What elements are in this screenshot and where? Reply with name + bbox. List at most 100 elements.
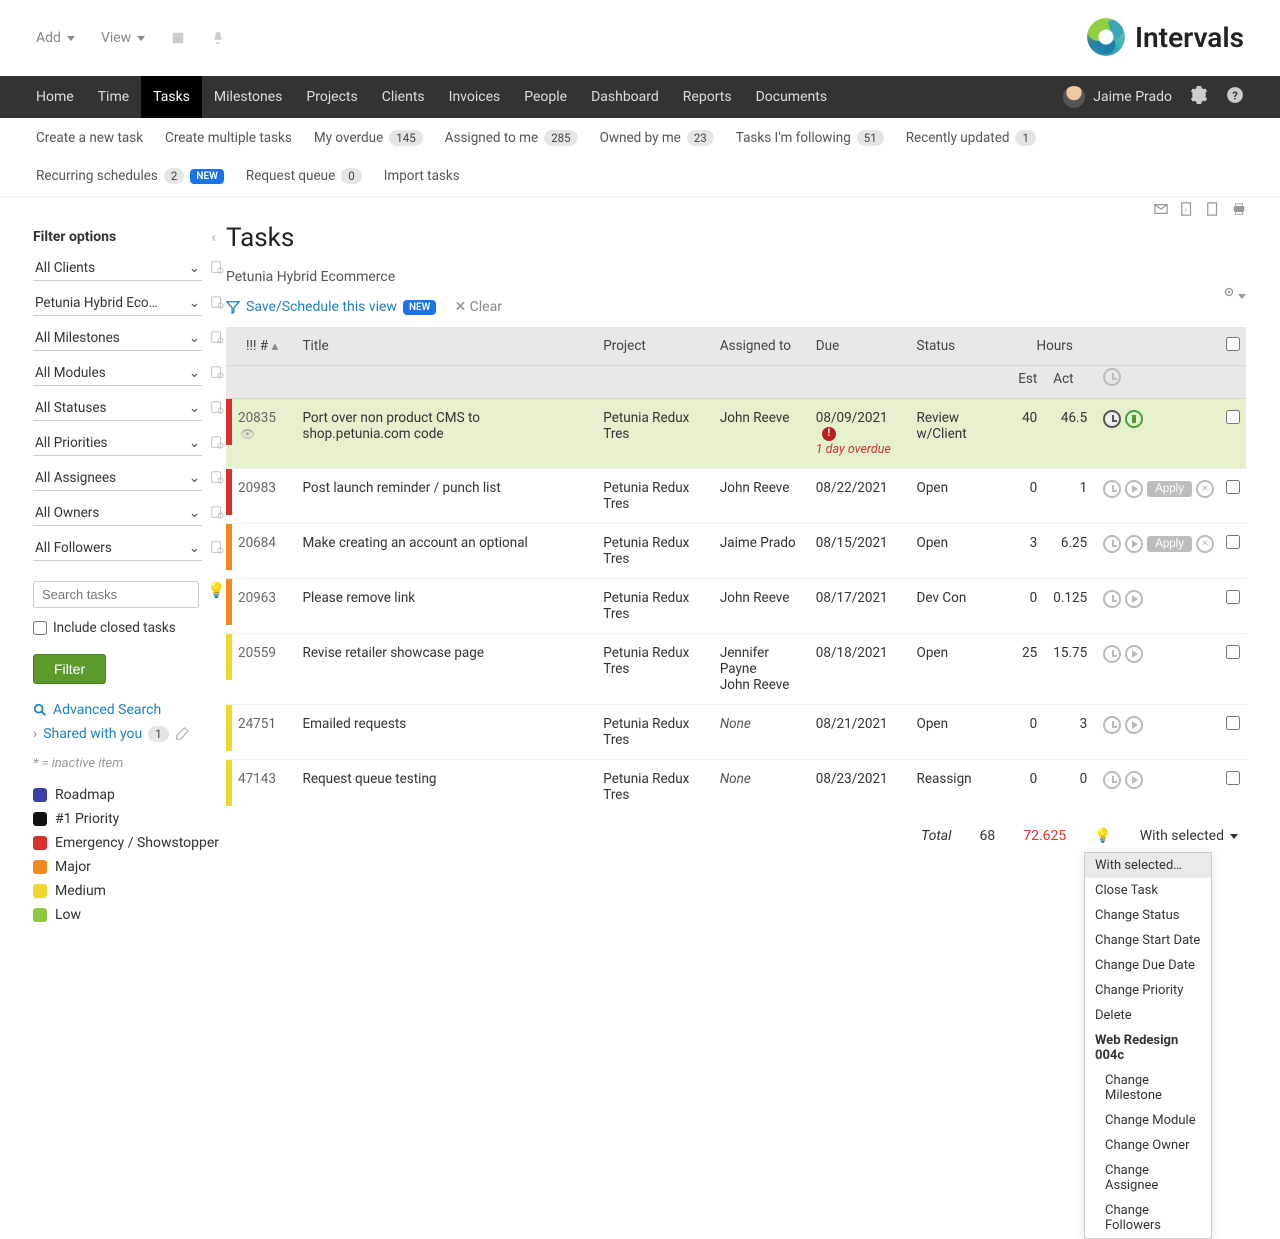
task-title[interactable]: Emailed requests (297, 705, 598, 760)
advanced-search-link[interactable]: Advanced Search (33, 702, 226, 718)
search-input[interactable] (33, 581, 199, 608)
filter-select[interactable]: All Clients ⌄ (33, 256, 202, 281)
dropdown-item[interactable]: Change Module (1085, 1108, 1211, 1133)
task-title[interactable]: Make creating an account an optional (297, 524, 598, 579)
nav-home[interactable]: Home (36, 76, 86, 118)
subnav-item[interactable]: Create a new task (36, 130, 143, 146)
help-icon[interactable]: ? (1226, 86, 1244, 108)
dropdown-item[interactable]: Change Status (1085, 903, 1211, 928)
subnav-item[interactable]: Create multiple tasks (165, 130, 292, 146)
row-checkbox[interactable] (1226, 716, 1240, 730)
timer-pause-icon[interactable] (1125, 410, 1143, 428)
col-status[interactable]: Status (911, 327, 1013, 366)
subnav-item[interactable]: Recently updated1 (906, 130, 1036, 146)
clear-link[interactable]: ✕ Clear (454, 299, 502, 315)
gear-icon[interactable] (1190, 86, 1208, 108)
subnav-item[interactable]: Recurring schedules2NEW (36, 168, 224, 184)
timer-clock-icon[interactable] (1103, 535, 1121, 553)
col-est[interactable]: Est (1012, 366, 1047, 399)
export-xls-icon[interactable]: x (1180, 201, 1194, 217)
add-menu[interactable]: Add (36, 30, 75, 46)
filter-select[interactable]: All Statuses ⌄ (33, 396, 202, 421)
task-title[interactable]: Request queue testing (297, 760, 598, 815)
nav-milestones[interactable]: Milestones (202, 76, 295, 118)
timer-clock-icon[interactable] (1103, 480, 1121, 498)
table-row[interactable]: 20684 Make creating an account an option… (226, 524, 1246, 579)
task-title[interactable]: Revise retailer showcase page (297, 634, 598, 705)
subnav-item[interactable]: Tasks I'm following51 (736, 130, 884, 146)
mail-icon[interactable] (1154, 201, 1168, 217)
filter-select[interactable]: All Followers ⌄ (33, 536, 202, 561)
table-row[interactable]: 20963 Please remove link Petunia Redux T… (226, 579, 1246, 634)
apply-button[interactable]: Apply (1147, 536, 1192, 552)
timer-play-icon[interactable] (1125, 535, 1143, 553)
shared-with-you-link[interactable]: › Shared with you 1 (33, 726, 226, 742)
timer-clock-icon[interactable] (1103, 590, 1121, 608)
nav-reports[interactable]: Reports (671, 76, 744, 118)
view-menu[interactable]: View (101, 30, 145, 46)
lightbulb-icon[interactable]: 💡 (1094, 828, 1111, 844)
include-closed-checkbox[interactable]: Include closed tasks (33, 620, 226, 636)
task-title[interactable]: Please remove link (297, 579, 598, 634)
task-title[interactable]: Post launch reminder / punch list (297, 469, 598, 524)
saved-query-icon[interactable] (210, 330, 226, 348)
timer-clock-icon[interactable] (1103, 716, 1121, 734)
filter-button[interactable]: Filter (33, 654, 106, 684)
filter-select[interactable]: All Priorities ⌄ (33, 431, 202, 456)
filter-select[interactable]: Petunia Hybrid Ecommerce ⌄ (33, 291, 202, 316)
dropdown-item[interactable]: Change Followers (1085, 1198, 1211, 1238)
saved-query-icon[interactable] (210, 540, 226, 558)
col-due[interactable]: Due (810, 327, 911, 366)
timer-clock-icon[interactable] (1103, 771, 1121, 789)
nav-invoices[interactable]: Invoices (437, 76, 513, 118)
filter-select[interactable]: All Assignees ⌄ (33, 466, 202, 491)
col-priority-num[interactable]: !!! # ▴ (232, 327, 297, 366)
timer-play-icon[interactable] (1125, 590, 1143, 608)
select-all-checkbox[interactable] (1226, 337, 1240, 351)
nav-time[interactable]: Time (86, 76, 141, 118)
export-pdf-icon[interactable] (1206, 201, 1220, 217)
subnav-item[interactable]: Assigned to me285 (445, 130, 578, 146)
timer-play-icon[interactable] (1125, 645, 1143, 663)
dropdown-item[interactable]: Change Milestone (1085, 1068, 1211, 1108)
print-icon[interactable] (1232, 201, 1246, 217)
task-title[interactable]: Port over non product CMS to shop.petuni… (297, 399, 598, 469)
timer-stop-icon[interactable] (1196, 535, 1214, 553)
col-project[interactable]: Project (597, 327, 714, 366)
row-checkbox[interactable] (1226, 480, 1240, 494)
chevron-left-icon[interactable]: ‹ (211, 227, 216, 246)
timer-play-icon[interactable] (1125, 480, 1143, 498)
timer-stop-icon[interactable] (1196, 480, 1214, 498)
row-checkbox[interactable] (1226, 590, 1240, 604)
filter-select[interactable]: All Milestones ⌄ (33, 326, 202, 351)
dropdown-item[interactable]: Change Due Date (1085, 953, 1211, 978)
timer-play-icon[interactable] (1125, 716, 1143, 734)
col-hours[interactable]: Hours (1012, 327, 1097, 366)
col-title[interactable]: Title (297, 327, 598, 366)
table-row[interactable]: 20983 Post launch reminder / punch list … (226, 469, 1246, 524)
with-selected-menu[interactable]: With selected (1140, 828, 1238, 844)
timer-clock-icon[interactable] (1103, 410, 1121, 428)
subnav-item[interactable]: My overdue145 (314, 130, 423, 146)
table-row[interactable]: 20559 Revise retailer showcase page Petu… (226, 634, 1246, 705)
dropdown-item[interactable]: Close Task (1085, 878, 1211, 903)
saved-query-icon[interactable] (210, 365, 226, 383)
user-menu[interactable]: Jaime Prado (1063, 86, 1172, 108)
note-icon[interactable] (171, 30, 185, 46)
filter-select[interactable]: All Modules ⌄ (33, 361, 202, 386)
subnav-item[interactable]: Import tasks (384, 168, 460, 184)
nav-dashboard[interactable]: Dashboard (579, 76, 671, 118)
nav-people[interactable]: People (512, 76, 579, 118)
nav-documents[interactable]: Documents (744, 76, 839, 118)
apply-button[interactable]: Apply (1147, 481, 1192, 497)
timer-play-icon[interactable] (1125, 771, 1143, 789)
nav-projects[interactable]: Projects (294, 76, 369, 118)
nav-tasks[interactable]: Tasks (141, 76, 202, 118)
table-row[interactable]: 24751 Emailed requests Petunia Redux Tre… (226, 705, 1246, 760)
dropdown-item[interactable]: Change Priority (1085, 978, 1211, 1003)
filter-select[interactable]: All Owners ⌄ (33, 501, 202, 526)
dropdown-item[interactable]: Change Start Date (1085, 928, 1211, 953)
dropdown-item[interactable]: Change Owner (1085, 1133, 1211, 1158)
table-row[interactable]: 20835👁 Port over non product CMS to shop… (226, 399, 1246, 469)
save-view-link[interactable]: Save/Schedule this view NEW (226, 299, 436, 315)
